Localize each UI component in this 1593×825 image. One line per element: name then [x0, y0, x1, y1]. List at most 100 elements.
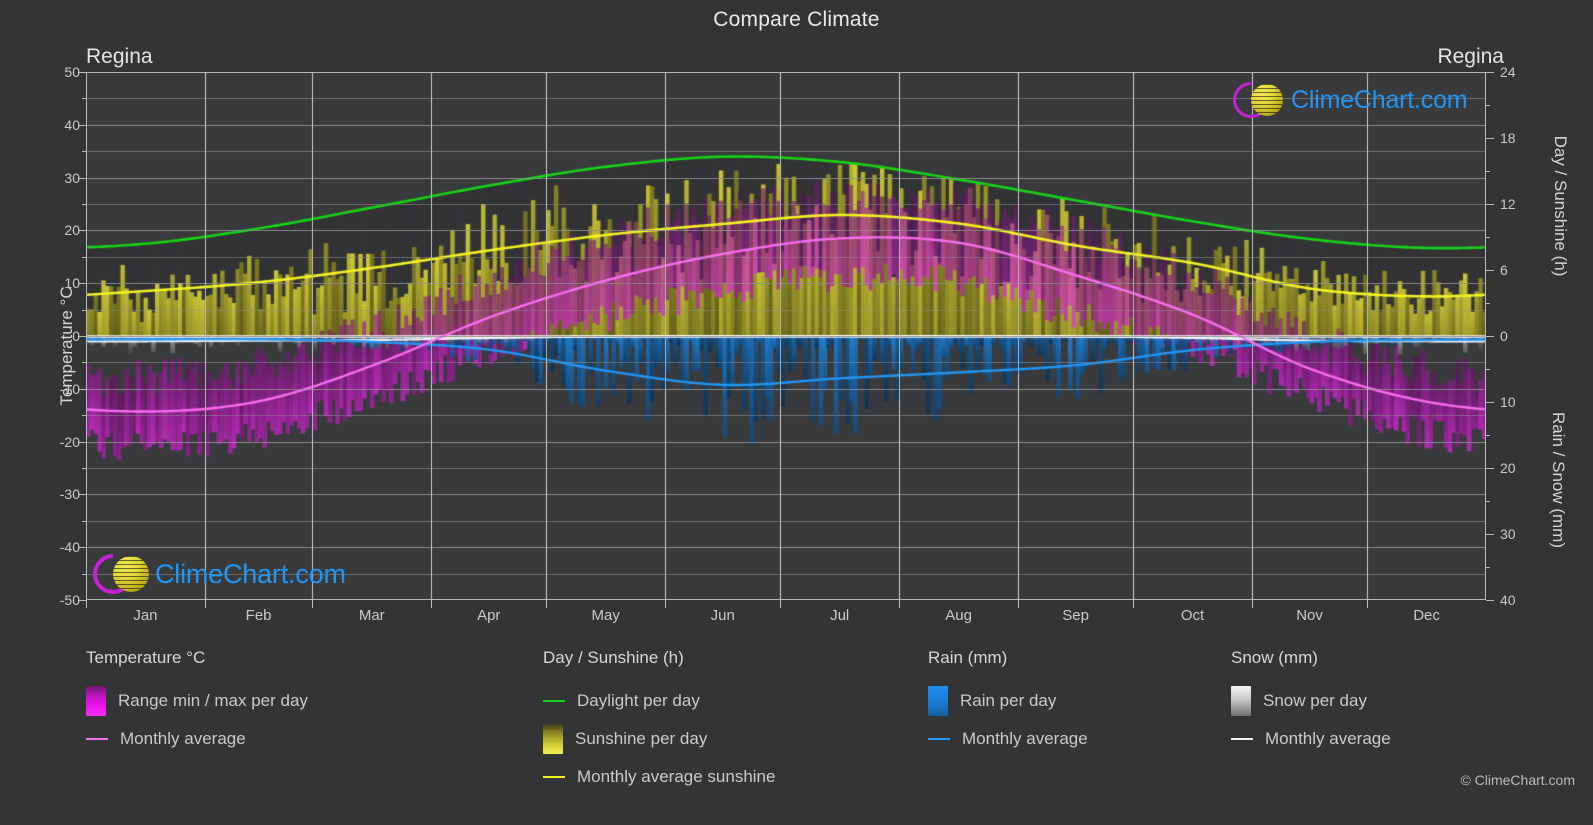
y-axis-label-right-bottom: Rain / Snow (mm) [1549, 411, 1568, 549]
y-tick-mark-right-mm [1486, 534, 1494, 535]
gridline-vertical [665, 72, 667, 600]
legend-item-daylight-per-day[interactable]: Daylight per day [543, 682, 775, 720]
x-tick-label-jul: Jul [830, 607, 850, 624]
x-tick-label-feb: Feb [245, 607, 272, 624]
y-tick-label-right-hours: 24 [1500, 64, 1516, 80]
y-tick-mark-right-hours [1486, 138, 1494, 139]
gridline-vertical [1252, 72, 1254, 600]
page-title: Compare Climate [713, 8, 880, 31]
x-tick-label-aug: Aug [945, 607, 972, 624]
legend-line-monthly-average [86, 738, 108, 740]
x-tick-label-mar: Mar [358, 607, 385, 624]
y-tick-mark-left-minor [82, 362, 86, 364]
y-tick-mark-left-minor [82, 151, 86, 153]
legend-swatch-range-min-max-per-day [86, 686, 106, 716]
legend-item-monthly-average[interactable]: Monthly average [928, 720, 1088, 758]
gridline-vertical [1018, 72, 1020, 600]
x-tick-mark [1133, 600, 1135, 608]
gridline-vertical [780, 72, 782, 600]
y-tick-label-left: -30 [59, 486, 80, 503]
legend-line-monthly-average [928, 738, 950, 740]
x-tick-label-dec: Dec [1413, 607, 1440, 624]
legend-item-snow-per-day[interactable]: Snow per day [1231, 682, 1391, 720]
y-tick-mark-right-mm-minor [1486, 369, 1490, 370]
x-tick-label-may: May [591, 607, 620, 624]
legend-item-range-min-max-per-day[interactable]: Range min / max per day [86, 682, 308, 720]
y-tick-mark-left-minor [82, 415, 86, 417]
gridline-horizontal-minor [86, 415, 1486, 417]
y-axis-label-right-top: Day / Sunshine (h) [1551, 135, 1570, 277]
x-tick-label-nov: Nov [1296, 607, 1323, 624]
station-name-right: Regina [1437, 45, 1504, 68]
copyright-notice: © ClimeChart.com [1460, 772, 1575, 788]
gridline-horizontal [86, 388, 1486, 390]
y-tick-mark-right-mm [1486, 600, 1494, 601]
gridline-vertical [1133, 72, 1135, 600]
y-tick-mark-right-hours [1486, 270, 1494, 271]
gridline-vertical [204, 72, 206, 600]
legend-swatch-sunshine-per-day [543, 724, 563, 754]
y-tick-label-left: 30 [64, 169, 80, 186]
gridline-horizontal [86, 230, 1486, 232]
y-tick-label-right-hours: 0 [1500, 328, 1508, 344]
legend-swatch-snow-per-day [1231, 686, 1251, 716]
x-tick-label-oct: Oct [1180, 607, 1205, 624]
legend-item-monthly-average[interactable]: Monthly average [1231, 720, 1391, 758]
climate-chart: Compare Climate Regina Regina 50 40 30 20 10… [0, 0, 1593, 825]
x-tick-mark [1252, 600, 1254, 608]
y-tick-label-left: -40 [59, 539, 80, 556]
legend-label: Monthly average [962, 729, 1088, 748]
legend-group-temperature: Temperature °C Range min / max per day Mon… [86, 648, 308, 758]
y-tick-label-left: 40 [64, 116, 80, 133]
watermark-text: ClimeChart.com [1291, 85, 1468, 114]
legend-label: Rain per day [960, 691, 1057, 710]
x-tick-label-apr: Apr [477, 607, 501, 624]
legend-label: Range min / max per day [118, 691, 308, 710]
gridline-horizontal-minor [86, 520, 1486, 522]
legend-label: Daylight per day [577, 691, 700, 710]
gridline-horizontal-minor [86, 256, 1486, 258]
gridline-horizontal-minor [86, 362, 1486, 364]
gridline-horizontal [86, 441, 1486, 443]
x-tick-mark [899, 600, 901, 608]
gridline-horizontal-minor [86, 151, 1486, 153]
legend-line-daylight-per-day [543, 700, 565, 702]
y-tick-label-left: 50 [64, 64, 80, 80]
x-tick-label-jan: Jan [133, 607, 158, 624]
plot-area [86, 72, 1486, 600]
legend-item-rain-per-day[interactable]: Rain per day [928, 682, 1088, 720]
y-tick-mark-right-mm-minor [1486, 501, 1490, 502]
x-tick-mark [1367, 600, 1369, 608]
legend-item-monthly-average-sunshine[interactable]: Monthly average sunshine [543, 758, 775, 796]
gridline-vertical [312, 72, 314, 600]
legend: Temperature °C Range min / max per day Mon… [0, 648, 1593, 798]
y-tick-mark-right-mm-minor [1486, 435, 1490, 436]
legend-item-sunshine-per-day[interactable]: Sunshine per day [543, 720, 775, 758]
y-tick-label-right-mm: 40 [1500, 592, 1516, 608]
legend-line-monthly-average [1231, 738, 1253, 740]
gridline-horizontal [86, 336, 1486, 337]
gridline-vertical [431, 72, 433, 600]
legend-heading: Snow (mm) [1231, 648, 1318, 667]
gridline-vertical [1367, 72, 1369, 600]
legend-label: Monthly average [120, 729, 246, 748]
x-tick-mark [431, 600, 433, 608]
watermark-text: ClimeChart.com [155, 558, 346, 589]
legend-swatch-rain-per-day [928, 686, 948, 716]
y-tick-mark-right-hours-minor [1486, 171, 1490, 172]
legend-label: Monthly average sunshine [577, 767, 776, 786]
station-name-left: Regina [86, 45, 153, 68]
gridline-vertical [546, 72, 548, 600]
gridline-horizontal [86, 547, 1486, 549]
climechart-logo-icon [1225, 74, 1291, 126]
y-tick-mark-left-minor [82, 204, 86, 205]
x-tick-mark [86, 600, 87, 608]
y-tick-mark-left-minor [82, 256, 86, 258]
legend-item-monthly-average[interactable]: Monthly average [86, 720, 308, 758]
gridline-horizontal [86, 177, 1486, 179]
y-tick-mark-right-hours [1486, 72, 1494, 73]
y-tick-mark-left-minor [82, 309, 86, 311]
x-tick-label-jun: Jun [710, 607, 735, 624]
y-tick-mark-right-hours [1486, 336, 1494, 337]
watermark-logo-top: ClimeChart.com [1225, 74, 1468, 126]
